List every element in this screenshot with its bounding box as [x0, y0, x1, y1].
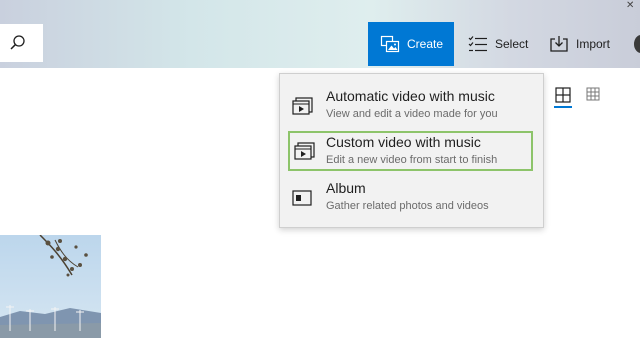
select-button[interactable]: Select	[463, 22, 537, 66]
menu-item-album[interactable]: Album Gather related photos and videos	[288, 178, 533, 218]
close-icon[interactable]: ✕	[626, 0, 634, 11]
create-button[interactable]: Create	[368, 22, 454, 66]
menu-item-automatic-video[interactable]: Automatic video with music View and edit…	[288, 86, 533, 126]
search-icon[interactable]	[9, 34, 27, 52]
menu-item-description: Edit a new video from start to finish	[326, 154, 498, 166]
menu-item-title: Album	[326, 180, 366, 196]
create-button-label: Create	[406, 37, 444, 51]
menu-item-title: Custom video with music	[326, 134, 481, 150]
grid-large-icon	[555, 87, 571, 103]
video-music-icon	[292, 97, 313, 115]
create-dropdown-menu: Automatic video with music View and edit…	[279, 73, 544, 228]
menu-item-description: View and edit a video made for you	[326, 108, 498, 120]
photo-thumbnail[interactable]	[0, 235, 101, 338]
title-bar: Create Select Import ✕	[0, 0, 640, 68]
grid-small-icon	[586, 87, 600, 101]
select-checklist-icon	[467, 33, 489, 55]
import-button-label: Import	[576, 37, 611, 51]
menu-item-title: Automatic video with music	[326, 88, 495, 104]
import-icon	[548, 33, 570, 55]
menu-item-description: Gather related photos and videos	[326, 200, 489, 212]
search-box[interactable]	[0, 24, 43, 62]
create-icon	[379, 33, 401, 55]
video-music-icon	[294, 142, 315, 160]
avatar[interactable]	[634, 35, 640, 53]
import-button[interactable]: Import	[544, 22, 622, 66]
large-thumbnail-view-button[interactable]	[554, 86, 572, 108]
album-icon	[292, 190, 312, 206]
menu-item-custom-video[interactable]: Custom video with music Edit a new video…	[288, 131, 533, 171]
small-thumbnail-view-button[interactable]	[585, 86, 603, 104]
select-button-label: Select	[495, 37, 529, 51]
